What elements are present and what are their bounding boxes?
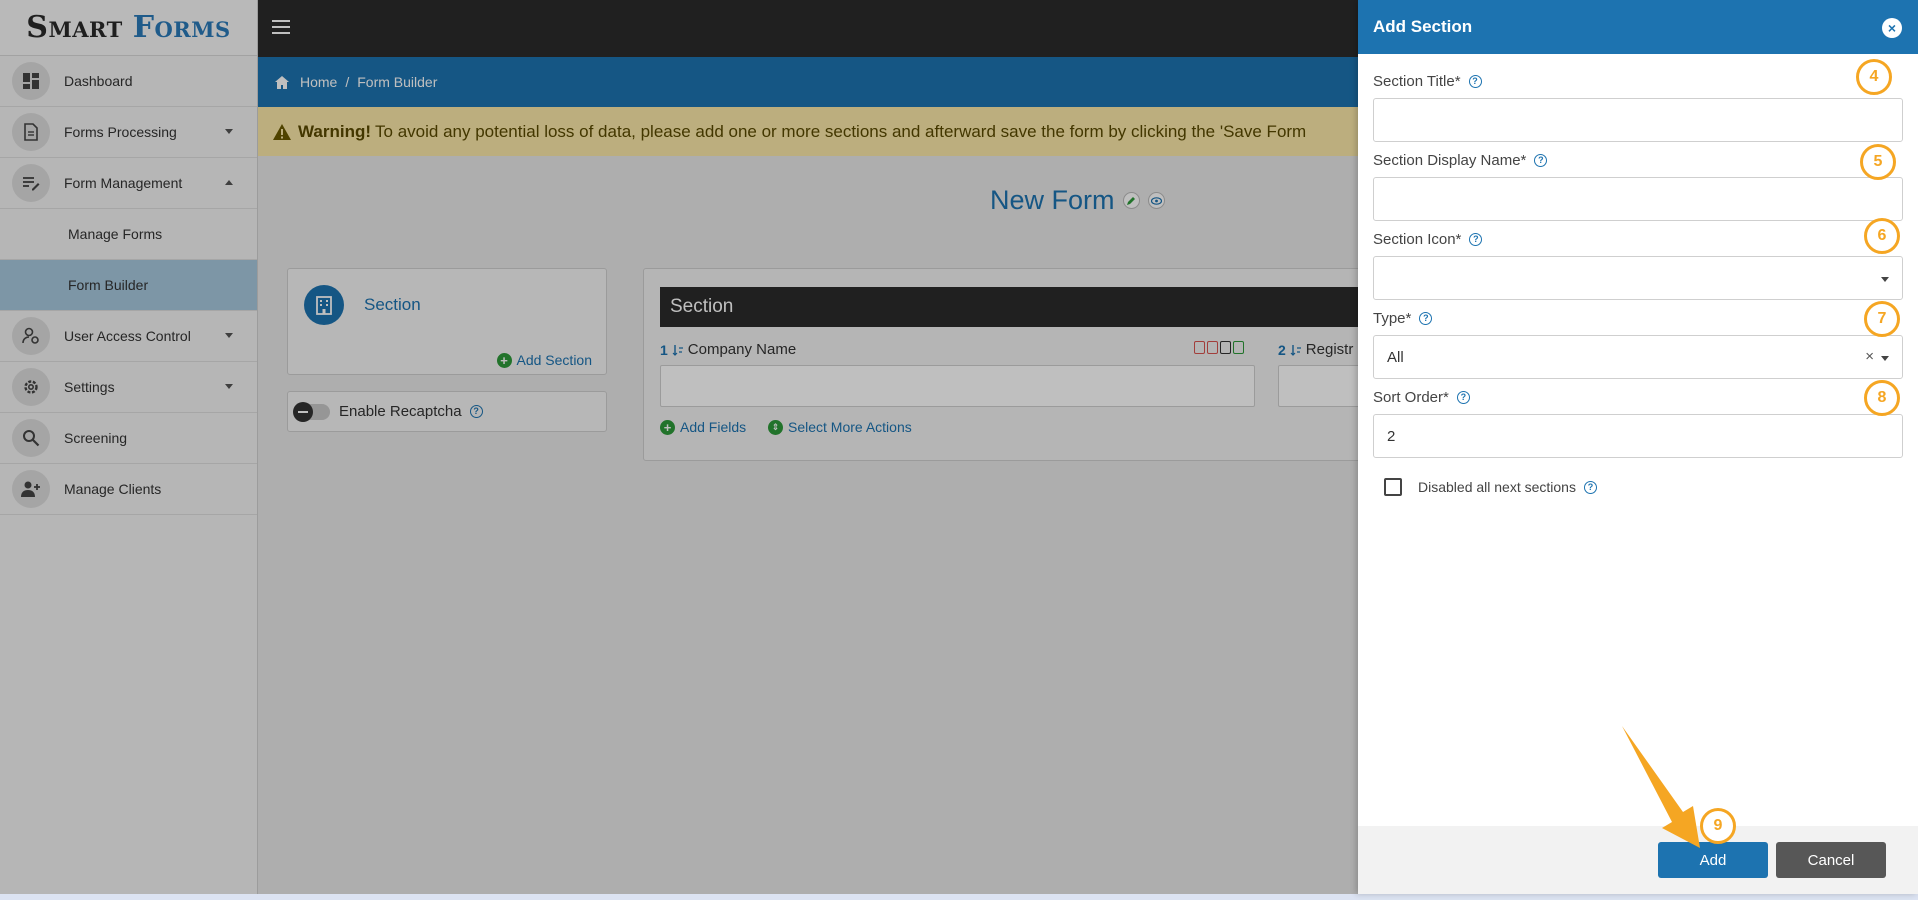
drawer-title: Add Section — [1373, 17, 1473, 36]
section-title-label-row: Section Title* ? — [1373, 73, 1482, 90]
help-icon[interactable]: ? — [1469, 233, 1483, 246]
disabled-next-sections-label: Disabled all next sections — [1418, 479, 1576, 495]
drawer-footer: Add Cancel — [1358, 826, 1918, 894]
chevron-down-icon — [1881, 277, 1889, 282]
annotation-badge-8: 8 — [1864, 380, 1900, 416]
disabled-next-sections-row: Disabled all next sections ? — [1384, 478, 1597, 496]
section-display-name-label-row: Section Display Name* ? — [1373, 152, 1548, 169]
help-icon[interactable]: ? — [1534, 154, 1548, 167]
type-select[interactable]: All × — [1373, 335, 1903, 379]
chevron-down-icon — [1881, 356, 1889, 361]
sort-order-label: Sort Order* — [1373, 389, 1449, 406]
close-icon[interactable]: × — [1882, 18, 1902, 38]
bottom-strip — [0, 894, 1918, 900]
annotation-badge-5: 5 — [1860, 144, 1896, 180]
help-icon[interactable]: ? — [1583, 480, 1597, 494]
annotation-badge-6: 6 — [1864, 218, 1900, 254]
annotation-badge-4: 4 — [1856, 59, 1892, 95]
section-display-name-input[interactable] — [1373, 177, 1903, 221]
add-button[interactable]: Add — [1658, 842, 1768, 878]
sort-order-value: 2 — [1387, 427, 1396, 445]
drawer-header: Add Section × — [1358, 0, 1918, 54]
type-label-row: Type* ? — [1373, 310, 1433, 327]
section-icon-label-row: Section Icon* ? — [1373, 231, 1483, 248]
sort-order-input[interactable]: 2 — [1373, 414, 1903, 458]
annotation-badge-7: 7 — [1864, 301, 1900, 337]
section-icon-select[interactable] — [1373, 256, 1903, 300]
type-label: Type* — [1373, 310, 1412, 327]
help-icon[interactable]: ? — [1419, 312, 1433, 325]
section-title-label: Section Title* — [1373, 73, 1461, 90]
annotation-badge-9: 9 — [1700, 808, 1736, 844]
sort-order-label-row: Sort Order* ? — [1373, 389, 1470, 406]
section-icon-label: Section Icon* — [1373, 231, 1462, 248]
modal-backdrop[interactable] — [0, 0, 1358, 894]
cancel-button[interactable]: Cancel — [1776, 842, 1886, 878]
add-section-drawer: Add Section × Section Title* ? Section D… — [1358, 0, 1918, 894]
disabled-next-sections-checkbox[interactable] — [1384, 478, 1402, 496]
help-icon[interactable]: ? — [1468, 75, 1482, 88]
type-select-value: All — [1387, 348, 1404, 366]
clear-icon[interactable]: × — [1865, 348, 1874, 365]
section-display-name-label: Section Display Name* — [1373, 152, 1527, 169]
help-icon[interactable]: ? — [1456, 391, 1470, 404]
section-title-input[interactable] — [1373, 98, 1903, 142]
